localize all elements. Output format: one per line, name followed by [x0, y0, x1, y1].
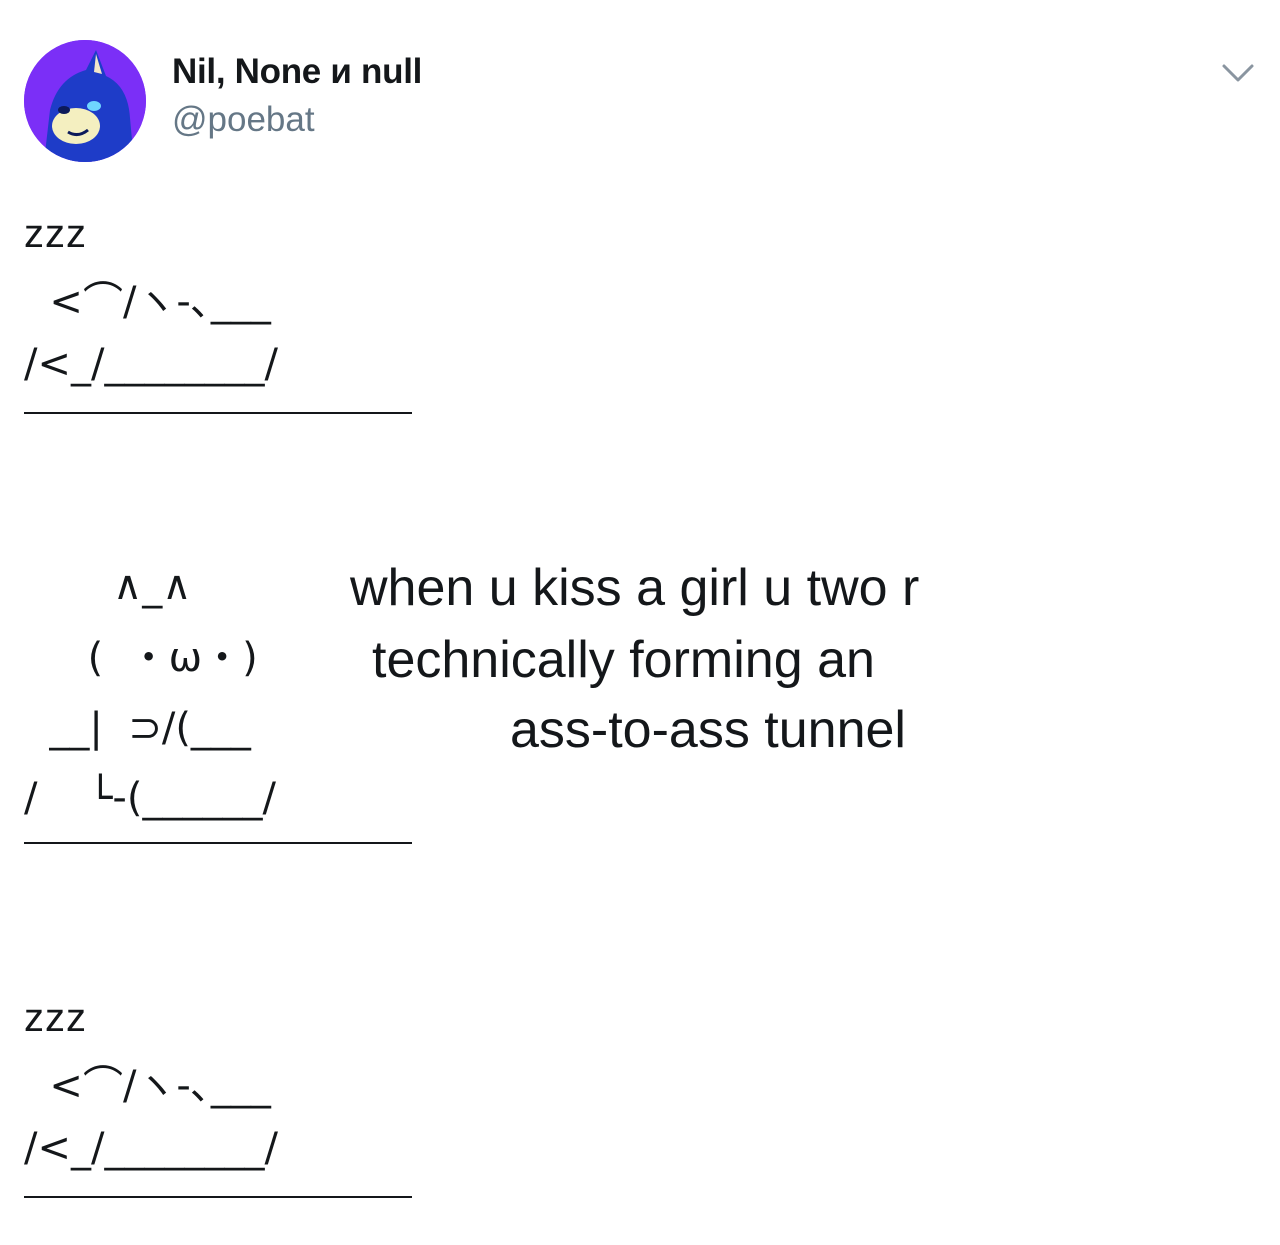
- sleep-art-top-line-2: /<_/________/: [24, 341, 278, 387]
- sleep-art-bottom-underline: [24, 1196, 412, 1198]
- kiss-art-underline: [24, 842, 412, 844]
- kiss-art-line-3: __| ⊃/(___: [24, 705, 251, 751]
- kiss-art-line-4: / └-(______/: [24, 775, 276, 821]
- kiss-art-line-2: ( ・ω・): [24, 635, 258, 681]
- sleep-art-bottom-line-1: <⌒/ヽ-､___: [24, 1063, 271, 1109]
- avatar[interactable]: [24, 40, 146, 162]
- display-name[interactable]: Nil, None и null: [172, 52, 422, 92]
- chevron-down-icon[interactable]: [1218, 58, 1258, 88]
- kiss-art-line-1: ∧_∧: [24, 563, 192, 609]
- sleep-art-top-line-1: <⌒/ヽ-､___: [24, 279, 271, 325]
- user-handle[interactable]: @poebat: [172, 100, 315, 140]
- caption-line-1: when u kiss a girl u two r: [350, 559, 920, 617]
- caption-line-3: ass-to-ass tunnel: [510, 701, 906, 759]
- sleep-label-bottom: zzz: [24, 996, 87, 1040]
- sleep-label-top: zzz: [24, 212, 87, 256]
- caption-line-2: technically forming an: [372, 631, 875, 689]
- sleep-art-bottom-line-2: /<_/________/: [24, 1125, 278, 1171]
- blue-hedgehog-avatar-icon: [24, 40, 146, 162]
- sleep-art-top-underline: [24, 412, 412, 414]
